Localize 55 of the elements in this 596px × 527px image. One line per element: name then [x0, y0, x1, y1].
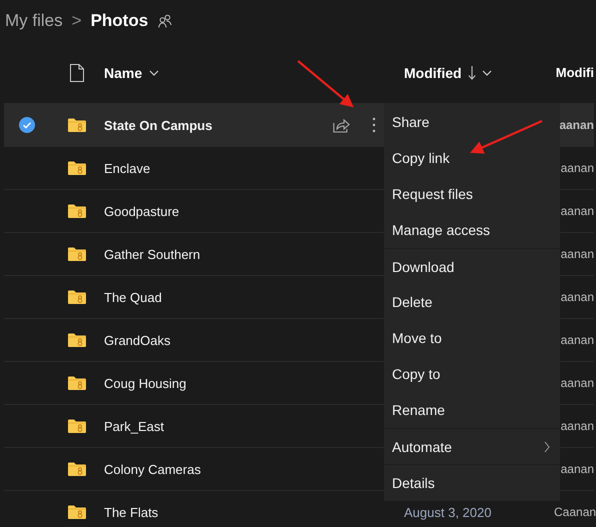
- menu-item[interactable]: Move to: [384, 320, 560, 356]
- chevron-down-icon: [149, 70, 160, 76]
- shared-folder-icon: [68, 290, 86, 304]
- folder-name[interactable]: The Flats: [104, 504, 158, 520]
- breadcrumb-current: Photos: [90, 11, 148, 31]
- folder-name[interactable]: The Quad: [104, 290, 162, 304]
- more-vertical-icon: [372, 117, 376, 133]
- folder-name[interactable]: Goodpasture: [104, 204, 180, 218]
- modified-by-name: aanan: [560, 290, 594, 304]
- more-options-button[interactable]: [372, 117, 376, 133]
- modified-by-name: aanan: [560, 419, 594, 433]
- breadcrumb-link[interactable]: My files: [5, 11, 63, 31]
- selected-check-icon: [19, 117, 35, 133]
- folder-name[interactable]: Gather Southern: [104, 246, 200, 262]
- modified-by-name: aanan: [559, 118, 594, 132]
- shared-folder-icon: [68, 247, 86, 261]
- shared-folder-icon: [68, 161, 86, 175]
- menu-item[interactable]: Details: [384, 464, 560, 500]
- modified-by-name: aanan: [560, 247, 594, 261]
- breadcrumb-separator: >: [72, 11, 82, 31]
- chevron-down-icon: [482, 70, 492, 76]
- folder-name[interactable]: Enclave: [104, 160, 150, 176]
- menu-item[interactable]: Automate: [384, 428, 560, 464]
- folder-name[interactable]: Coug Housing: [104, 376, 186, 390]
- shared-folder-icon: [68, 462, 86, 476]
- shared-folder-icon: [68, 333, 86, 347]
- shared-folder-icon: [68, 419, 86, 433]
- chevron-right-icon: [544, 440, 550, 452]
- folder-name[interactable]: State On Campus: [104, 118, 212, 132]
- folder-name[interactable]: GrandOaks: [104, 332, 170, 348]
- arrow-annotation: [297, 60, 354, 108]
- share-button[interactable]: [333, 118, 350, 132]
- shared-folder-icon: [68, 118, 86, 132]
- folder-name[interactable]: Colony Cameras: [104, 462, 201, 476]
- menu-item[interactable]: Download: [384, 248, 560, 284]
- modified-column-header[interactable]: Modified: [404, 64, 462, 80]
- name-column-header[interactable]: Name: [104, 64, 142, 80]
- modified-by-name: Caanan: [554, 505, 596, 519]
- file-type-icon: [70, 64, 84, 82]
- modified-by-name: aanan: [560, 161, 594, 175]
- shared-folder-icon: [68, 505, 86, 519]
- folder-name[interactable]: Park_East: [104, 418, 164, 434]
- modified-by-name: aanan: [560, 333, 594, 347]
- shared-folder-icon: [68, 376, 86, 390]
- modified-by-name: aanan: [560, 204, 594, 218]
- sort-down-arrow-icon: [468, 66, 476, 80]
- shared-folder-icon: [68, 204, 86, 218]
- modified-by-name: aanan: [560, 376, 594, 390]
- modified-by-column-header[interactable]: Modifi: [556, 65, 594, 80]
- modified-by-name: aanan: [560, 462, 594, 476]
- menu-item[interactable]: Delete: [384, 284, 560, 320]
- menu-item[interactable]: Share: [384, 104, 560, 140]
- share-icon: [333, 118, 350, 132]
- shared-people-icon: [158, 14, 172, 28]
- modified-date: August 3, 2020: [404, 504, 492, 520]
